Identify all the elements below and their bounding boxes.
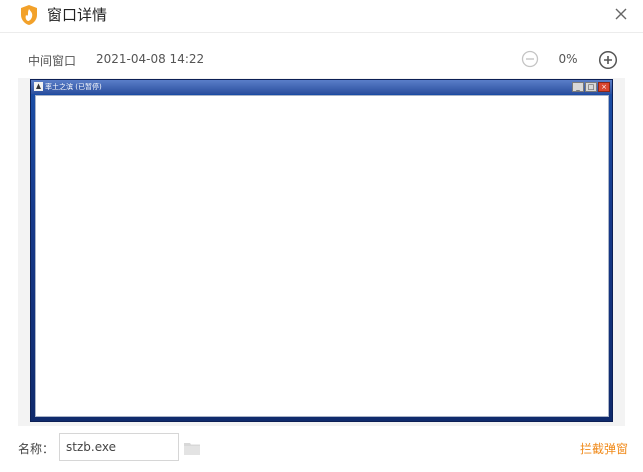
timestamp-label: 2021-04-08 14:22	[96, 52, 205, 66]
minimize-icon: _	[572, 82, 584, 92]
captured-window: 率土之滨 (已暂停) _ □ ×	[30, 79, 613, 422]
captured-window-title: 率土之滨 (已暂停)	[45, 83, 102, 91]
block-popup-link[interactable]: 拦截弹窗	[580, 440, 628, 457]
name-label: 名称：	[18, 442, 55, 456]
flame-shield-icon	[21, 5, 37, 25]
info-bar: 中间窗口 2021-04-08 14:22 0%	[0, 44, 643, 76]
zoom-level: 0%	[558, 52, 578, 66]
close-icon[interactable]	[613, 6, 629, 22]
dialog-title: 窗口详情	[47, 6, 108, 24]
maximize-icon: □	[585, 82, 597, 92]
name-field[interactable]	[59, 433, 179, 461]
zoom-out-icon[interactable]	[521, 50, 539, 68]
window-type-label: 中间窗口	[28, 54, 77, 68]
captured-window-client	[35, 95, 609, 417]
window-preview: 率土之滨 (已暂停) _ □ ×	[18, 78, 625, 426]
captured-window-controls: _ □ ×	[572, 82, 610, 92]
game-app-icon	[34, 82, 43, 91]
footer-bar: 名称： 拦截弹窗	[0, 430, 643, 472]
window-close-icon: ×	[598, 82, 610, 92]
captured-window-titlebar: 率土之滨 (已暂停) _ □ ×	[31, 80, 612, 94]
dialog-titlebar: 窗口详情	[0, 0, 643, 33]
zoom-in-icon[interactable]	[598, 50, 618, 70]
folder-icon[interactable]	[184, 441, 200, 455]
